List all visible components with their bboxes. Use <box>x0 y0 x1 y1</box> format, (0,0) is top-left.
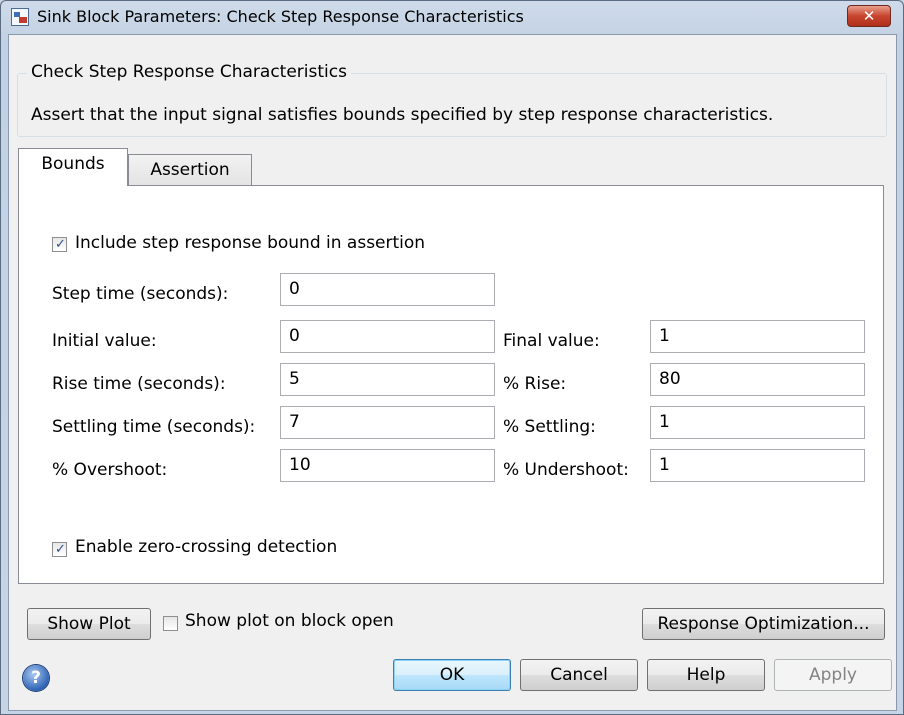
initial-value-field[interactable]: 0 <box>280 320 495 353</box>
tab-assertion[interactable]: Assertion <box>128 154 252 186</box>
pct-rise-label: % Rise: <box>503 374 567 394</box>
help-icon[interactable]: ? <box>23 665 49 691</box>
tab-assertion-label: Assertion <box>150 160 230 180</box>
response-optimization-button[interactable]: Response Optimization... <box>642 608 885 640</box>
dialog-window: Sink Block Parameters: Check Step Respon… <box>0 0 904 715</box>
apply-button[interactable]: Apply <box>774 659 892 691</box>
final-value-field[interactable]: 1 <box>650 320 865 353</box>
show-plot-button[interactable]: Show Plot <box>27 608 151 640</box>
final-value-label: Final value: <box>503 331 600 351</box>
pct-overshoot-label: % Overshoot: <box>52 460 168 480</box>
show-plot-on-open-checkbox[interactable] <box>163 616 178 631</box>
window-title: Sink Block Parameters: Check Step Respon… <box>37 7 524 26</box>
tab-bounds-label: Bounds <box>41 154 105 174</box>
pct-settling-field[interactable]: 1 <box>650 406 865 439</box>
check-icon: ✓ <box>55 237 66 252</box>
pct-undershoot-label: % Undershoot: <box>503 460 629 480</box>
pct-settling-label: % Settling: <box>503 417 596 437</box>
step-time-label: Step time (seconds): <box>52 284 229 304</box>
step-time-field[interactable]: 0 <box>280 273 495 306</box>
close-button[interactable]: ✕ <box>847 5 891 27</box>
show-plot-on-open-label[interactable]: Show plot on block open <box>185 611 394 631</box>
pct-overshoot-field[interactable]: 10 <box>280 449 495 482</box>
dialog-client-area: Check Step Response Characteristics Asse… <box>8 34 897 711</box>
title-bar[interactable]: Sink Block Parameters: Check Step Respon… <box>1 1 903 35</box>
rise-time-field[interactable]: 5 <box>280 363 495 396</box>
pct-rise-field[interactable]: 80 <box>650 363 865 396</box>
include-bound-label[interactable]: Include step response bound in assertion <box>75 233 425 253</box>
close-icon: ✕ <box>862 7 876 25</box>
pct-undershoot-field[interactable]: 1 <box>650 449 865 482</box>
block-description: Assert that the input signal satisfies b… <box>31 105 774 125</box>
rise-time-label: Rise time (seconds): <box>52 374 226 394</box>
simulink-block-icon <box>11 8 29 26</box>
ok-button[interactable]: OK <box>393 659 511 691</box>
settling-time-label: Settling time (seconds): <box>52 417 256 437</box>
initial-value-label: Initial value: <box>52 331 157 351</box>
zero-crossing-checkbox[interactable]: ✓ <box>52 542 67 557</box>
tab-bounds[interactable]: Bounds <box>18 148 128 186</box>
cancel-button[interactable]: Cancel <box>520 659 638 691</box>
zero-crossing-label[interactable]: Enable zero-crossing detection <box>75 537 337 557</box>
group-title: Check Step Response Characteristics <box>27 62 351 82</box>
check-icon: ✓ <box>55 542 66 557</box>
settling-time-field[interactable]: 7 <box>280 406 495 439</box>
help-button[interactable]: Help <box>647 659 765 691</box>
include-bound-checkbox[interactable]: ✓ <box>52 237 67 252</box>
bounds-tab-panel: ✓ Include step response bound in asserti… <box>18 185 884 584</box>
